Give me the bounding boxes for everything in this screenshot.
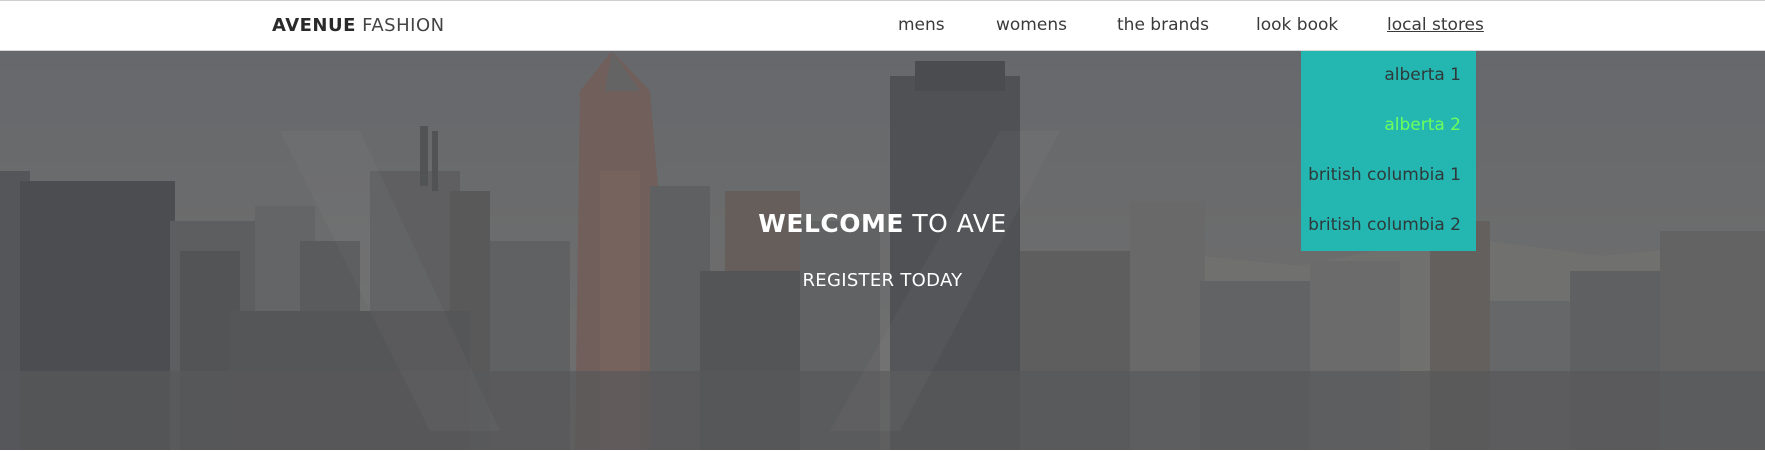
nav-item-the-brands[interactable]: the brands	[1117, 15, 1209, 35]
nav-item-mens[interactable]: mens	[898, 15, 945, 35]
page: AVENUE FASHION mens womens the brands lo…	[0, 0, 1765, 452]
dropdown-item-alberta-1[interactable]: alberta 1	[1384, 65, 1461, 85]
dropdown-item-british-columbia-2[interactable]: british columbia 2	[1308, 215, 1461, 235]
dropdown-item-alberta-2[interactable]: alberta 2	[1384, 115, 1461, 135]
dropdown-item-british-columbia-1[interactable]: british columbia 1	[1308, 165, 1461, 185]
hero-banner: WELCOME TO AVE REGISTER TODAY	[0, 51, 1765, 450]
hero-welcome-heading: WELCOME TO AVE	[0, 209, 1765, 238]
welcome-bold-text: WELCOME	[758, 209, 904, 238]
hero-dark-overlay	[0, 51, 1765, 450]
main-nav: mens womens the brands look book local s…	[0, 15, 1765, 39]
nav-item-womens[interactable]: womens	[996, 15, 1067, 35]
register-today-link[interactable]: REGISTER TODAY	[803, 270, 963, 291]
welcome-rest-text: TO AVE	[912, 209, 1007, 238]
site-header: AVENUE FASHION mens womens the brands lo…	[0, 0, 1765, 51]
nav-item-local-stores[interactable]: local stores	[1387, 15, 1484, 35]
local-stores-dropdown: alberta 1 alberta 2 british columbia 1 b…	[1301, 51, 1476, 251]
nav-item-look-book[interactable]: look book	[1256, 15, 1338, 35]
register-cta: REGISTER TODAY	[0, 270, 1765, 291]
